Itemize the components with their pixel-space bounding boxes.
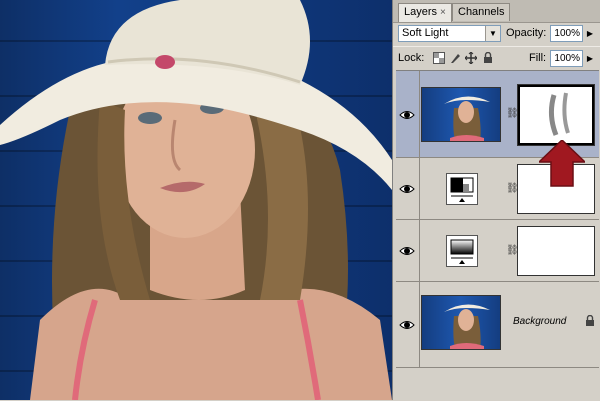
- layer-thumbnail-background[interactable]: [421, 295, 501, 350]
- layers-panel: Layers × Channels Soft Light ▼ Opacity: 1…: [392, 0, 600, 401]
- background-layer-name[interactable]: Background: [513, 316, 566, 327]
- panel-tab-bar: Layers × Channels: [393, 0, 600, 23]
- mask-strokes-art: [548, 92, 570, 136]
- eye-icon[interactable]: [398, 316, 416, 334]
- chain-link-icon[interactable]: ⛓: [506, 107, 519, 121]
- lock-position-icon[interactable]: [465, 52, 477, 64]
- lock-icon: [586, 315, 594, 326]
- lock-fill-row: Lock: Fill: 100% ▶: [393, 46, 600, 71]
- adjustment-mask-thumbnail[interactable]: [517, 226, 595, 276]
- background-thumbnail-art: [444, 304, 490, 349]
- opacity-field[interactable]: 100%: [550, 25, 583, 42]
- tab-channels-label: Channels: [458, 6, 505, 18]
- chain-link-icon[interactable]: ⛓: [506, 182, 519, 196]
- blend-opacity-row: Soft Light ▼ Opacity: 100% ▶: [393, 22, 600, 46]
- eye-icon[interactable]: [398, 242, 416, 260]
- layer-row-gradient-adjustment[interactable]: ⛓: [396, 220, 599, 282]
- lock-image-pixels-icon[interactable]: [449, 52, 461, 64]
- lock-all-icon[interactable]: [482, 52, 494, 64]
- chain-link-icon[interactable]: ⛓: [506, 244, 519, 258]
- lock-transparency-icon[interactable]: [433, 52, 445, 64]
- layer-list: ⛓ ⛓ ⛓ Background: [396, 70, 599, 401]
- opacity-slider-arrow-icon[interactable]: ▶: [585, 25, 595, 42]
- opacity-label: Opacity:: [506, 27, 547, 39]
- blend-mode-select[interactable]: Soft Light ▼: [398, 25, 501, 42]
- eye-icon[interactable]: [398, 106, 416, 124]
- layer-row-background[interactable]: Background: [396, 282, 599, 368]
- layer-thumbnail-photo[interactable]: [421, 87, 501, 142]
- gradient-icon-art: [450, 239, 474, 264]
- tab-layers[interactable]: Layers ×: [398, 3, 452, 22]
- fill-field[interactable]: 100%: [550, 50, 583, 67]
- blend-mode-value: Soft Light: [402, 27, 449, 39]
- woman-portrait: [0, 0, 392, 400]
- lock-label: Lock:: [398, 52, 425, 64]
- fill-label: Fill:: [529, 52, 547, 64]
- levels-adjustment-icon[interactable]: [446, 173, 478, 205]
- eye-icon[interactable]: [398, 180, 416, 198]
- photo-thumbnail-art: [444, 96, 490, 141]
- layer-mask-thumbnail[interactable]: [517, 84, 595, 146]
- tab-layers-label: Layers: [404, 6, 438, 18]
- gradient-adjustment-icon[interactable]: [446, 235, 478, 267]
- fill-slider-arrow-icon[interactable]: ▶: [585, 50, 595, 67]
- chevron-down-icon[interactable]: ▼: [485, 26, 500, 41]
- red-arrow-icon: [539, 140, 585, 187]
- levels-icon-art: [450, 177, 474, 202]
- tab-channels[interactable]: Channels: [452, 3, 511, 21]
- tab-close-icon[interactable]: ×: [440, 7, 446, 18]
- canvas-photo[interactable]: [0, 0, 392, 400]
